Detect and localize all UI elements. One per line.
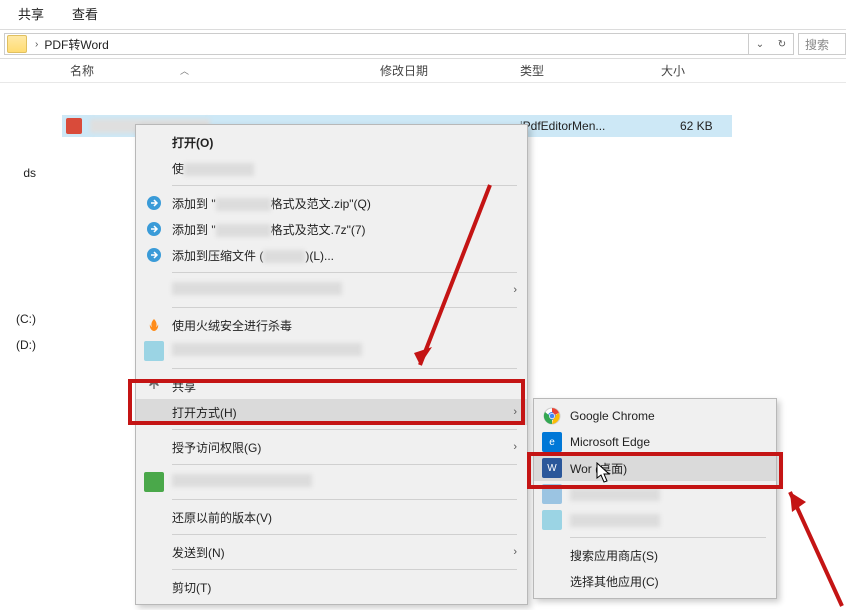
dropdown-icon[interactable]: ⌄ bbox=[749, 34, 771, 54]
menu-send-to[interactable]: 发送到(N)› bbox=[136, 539, 527, 565]
arrow-icon bbox=[144, 245, 164, 265]
menu-use[interactable]: 使 bbox=[136, 155, 527, 181]
share-icon bbox=[144, 376, 164, 396]
sidebar-item-c[interactable]: (C:) bbox=[0, 306, 40, 332]
pdf-file-icon bbox=[66, 118, 82, 134]
search-input[interactable]: 搜索 bbox=[798, 33, 846, 55]
col-type[interactable]: 类型 bbox=[520, 62, 544, 79]
edge-icon: e bbox=[542, 432, 562, 452]
app-icon bbox=[542, 510, 562, 530]
submenu-choose[interactable]: 选择其他应用(C) bbox=[534, 568, 776, 594]
col-size[interactable]: 大小 bbox=[661, 62, 685, 79]
arrow-icon bbox=[144, 219, 164, 239]
menu-add-archive[interactable]: 添加到压缩文件 ()(L)... bbox=[136, 242, 527, 268]
submenu-blur-1[interactable] bbox=[534, 481, 776, 507]
app-icon bbox=[144, 472, 164, 492]
menu-blur-1[interactable]: › bbox=[136, 277, 527, 303]
folder-icon bbox=[7, 35, 27, 53]
menu-open-with[interactable]: 打开方式(H)› bbox=[136, 399, 527, 425]
word-icon: W bbox=[542, 458, 562, 478]
sidebar: ds (C:) (D:) bbox=[0, 160, 40, 358]
menu-separator bbox=[172, 368, 517, 369]
menu-add-zip[interactable]: 添加到 "格式及范文.zip"(Q) bbox=[136, 190, 527, 216]
menu-separator bbox=[172, 272, 517, 273]
menu-grant-access[interactable]: 授予访问权限(G)› bbox=[136, 434, 527, 460]
menu-separator bbox=[172, 534, 517, 535]
menu-add-7z[interactable]: 添加到 "格式及范文.7z"(7) bbox=[136, 216, 527, 242]
col-date[interactable]: 修改日期 bbox=[380, 62, 428, 79]
refresh-icon[interactable]: ↻ bbox=[771, 34, 793, 54]
chevron-right-icon: › bbox=[513, 546, 517, 558]
ribbon-share[interactable]: 共享 bbox=[18, 4, 44, 23]
menu-separator bbox=[172, 185, 517, 186]
menu-cut[interactable]: 剪切(T) bbox=[136, 574, 527, 600]
chevron-right-icon: › bbox=[513, 406, 517, 418]
menu-separator bbox=[570, 537, 766, 538]
context-menu: 打开(O) 使 添加到 "格式及范文.zip"(Q) 添加到 "格式及范文.7z… bbox=[135, 124, 528, 605]
sidebar-item-ds[interactable]: ds bbox=[0, 160, 40, 186]
annotation-arrow bbox=[782, 480, 846, 610]
submenu-chrome[interactable]: Google Chrome bbox=[534, 403, 776, 429]
submenu-edge[interactable]: e Microsoft Edge bbox=[534, 429, 776, 455]
app-icon bbox=[144, 341, 164, 361]
chevron-right-icon: › bbox=[513, 441, 517, 453]
menu-blur-3[interactable] bbox=[136, 469, 527, 495]
col-name[interactable]: 名称 bbox=[70, 62, 94, 79]
menu-separator bbox=[172, 464, 517, 465]
menu-separator bbox=[172, 307, 517, 308]
menu-separator bbox=[172, 429, 517, 430]
ribbon-view[interactable]: 查看 bbox=[72, 4, 98, 23]
menu-separator bbox=[172, 569, 517, 570]
flame-icon bbox=[144, 315, 164, 335]
menu-blur-2[interactable] bbox=[136, 338, 527, 364]
menu-scan[interactable]: 使用火绒安全进行杀毒 bbox=[136, 312, 527, 338]
breadcrumb-folder[interactable]: PDF转Word bbox=[44, 36, 108, 53]
chevron-right-icon: › bbox=[513, 284, 517, 296]
columns-header: 名称 ︿ 修改日期 类型 大小 bbox=[0, 59, 846, 83]
submenu-open-with: Google Chrome e Microsoft Edge W Wor (桌面… bbox=[533, 398, 777, 599]
breadcrumb[interactable]: › PDF转Word ⌄ ↻ bbox=[4, 33, 794, 55]
arrow-icon bbox=[144, 193, 164, 213]
app-icon bbox=[542, 484, 562, 504]
menu-share[interactable]: 共享 bbox=[136, 373, 527, 399]
menu-restore[interactable]: 还原以前的版本(V) bbox=[136, 504, 527, 530]
submenu-word[interactable]: W Wor (桌面) bbox=[534, 455, 776, 481]
sort-indicator-icon: ︿ bbox=[180, 64, 189, 77]
chrome-icon bbox=[542, 406, 562, 426]
submenu-blur-2[interactable] bbox=[534, 507, 776, 533]
menu-open[interactable]: 打开(O) bbox=[136, 129, 527, 155]
sidebar-item-d[interactable]: (D:) bbox=[0, 332, 40, 358]
file-size: 62 KB bbox=[680, 119, 713, 133]
menu-separator bbox=[172, 499, 517, 500]
submenu-store[interactable]: 搜索应用商店(S) bbox=[534, 542, 776, 568]
file-type: jPdfEditorMen... bbox=[520, 119, 605, 133]
chevron-right-icon: › bbox=[29, 39, 44, 50]
